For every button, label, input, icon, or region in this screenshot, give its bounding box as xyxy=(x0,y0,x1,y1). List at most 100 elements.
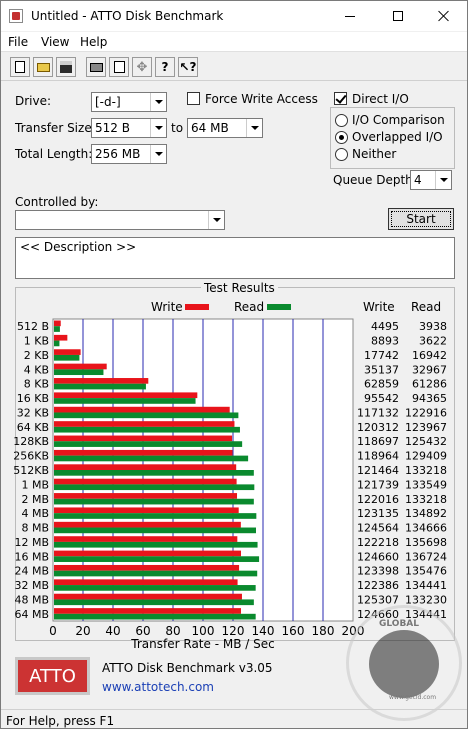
write-bar xyxy=(54,550,241,557)
read-bar xyxy=(54,556,260,562)
write-bar xyxy=(54,608,241,614)
read-value-label: 16942 xyxy=(412,349,447,362)
read-bar xyxy=(54,484,255,491)
read-bar xyxy=(54,470,254,476)
write-value-label: 117132 xyxy=(357,406,399,419)
read-value-label: 133218 xyxy=(405,493,447,506)
write-bar xyxy=(54,478,237,485)
write-value-label: 123135 xyxy=(357,507,399,520)
read-bar xyxy=(54,498,254,505)
write-value-label: 122386 xyxy=(357,579,399,592)
read-bar xyxy=(54,441,243,447)
read-bar xyxy=(54,398,196,404)
write-bar xyxy=(54,334,68,341)
read-bar xyxy=(54,585,256,591)
write-value-label: 8893 xyxy=(371,335,399,348)
write-bar xyxy=(54,435,233,442)
x-tick-label: 0 xyxy=(49,624,57,638)
read-value-label: 134666 xyxy=(405,522,447,535)
category-label: 8 KB xyxy=(24,378,49,391)
write-bar xyxy=(54,392,198,399)
category-label: 1 KB xyxy=(24,335,49,348)
write-value-label: 62859 xyxy=(364,378,399,391)
read-value-label: 133218 xyxy=(405,464,447,477)
write-value-label: 35137 xyxy=(364,363,399,376)
write-bar xyxy=(54,449,233,456)
x-tick-label: 100 xyxy=(192,624,215,638)
read-value-label: 135698 xyxy=(405,536,447,549)
write-value-label: 17742 xyxy=(364,349,399,362)
category-label: 16 KB xyxy=(17,392,49,405)
write-value-label: 124564 xyxy=(357,522,399,535)
read-value-label: 135476 xyxy=(405,565,447,578)
write-bar xyxy=(54,320,61,327)
write-bar xyxy=(54,507,239,514)
app-window: Untitled - ATTO Disk Benchmark File View… xyxy=(0,0,468,729)
category-label: 16 MB xyxy=(14,550,49,563)
status-bar: For Help, press F1 xyxy=(1,709,467,729)
category-label: 128KB xyxy=(13,435,49,448)
read-bar xyxy=(54,527,256,534)
read-value-label: 32967 xyxy=(412,363,447,376)
read-value-label: 61286 xyxy=(412,378,447,391)
write-bar xyxy=(54,363,107,370)
category-label: 1 MB xyxy=(21,478,49,491)
category-label: 48 MB xyxy=(14,593,49,606)
write-bar xyxy=(54,349,81,355)
write-bar xyxy=(54,493,238,499)
category-label: 4 MB xyxy=(21,507,49,520)
read-bar xyxy=(54,340,60,347)
x-tick-label: 60 xyxy=(135,624,150,638)
x-tick-label: 80 xyxy=(165,624,180,638)
write-bar xyxy=(54,378,149,384)
read-value-label: 3622 xyxy=(419,335,447,348)
category-label: 2 KB xyxy=(24,349,49,362)
write-value-label: 120312 xyxy=(357,421,399,434)
x-axis-label: Transfer Rate - MB / Sec xyxy=(130,637,274,651)
read-value-label: 94365 xyxy=(412,392,447,405)
write-bar xyxy=(54,564,240,571)
category-label: 512 B xyxy=(17,320,49,333)
product-version: ATTO Disk Benchmark v3.05 xyxy=(102,661,273,675)
write-bar xyxy=(54,536,238,542)
read-bar xyxy=(54,513,257,519)
write-value-label: 121739 xyxy=(357,478,399,491)
read-bar xyxy=(54,354,80,361)
category-label: 256KB xyxy=(13,450,49,463)
read-bar xyxy=(54,369,104,376)
read-value-label: 123967 xyxy=(405,421,447,434)
x-tick-label: 120 xyxy=(222,624,245,638)
x-tick-label: 20 xyxy=(75,624,90,638)
read-bar xyxy=(54,599,254,606)
category-label: 2 MB xyxy=(21,493,49,506)
atto-link[interactable]: www.attotech.com xyxy=(102,680,214,694)
read-value-label: 133549 xyxy=(405,478,447,491)
category-label: 64 KB xyxy=(17,421,49,434)
category-label: 12 MB xyxy=(14,536,49,549)
write-bar xyxy=(54,421,235,427)
status-text: For Help, press F1 xyxy=(6,714,115,728)
write-value-label: 118697 xyxy=(357,435,399,448)
watermark-globe-icon xyxy=(369,630,439,698)
write-bar xyxy=(54,593,242,600)
x-tick-label: 40 xyxy=(105,624,120,638)
read-bar xyxy=(54,326,60,332)
write-value-label: 121464 xyxy=(357,464,399,477)
category-label: 512KB xyxy=(13,464,49,477)
write-bar xyxy=(54,579,238,586)
x-tick-label: 180 xyxy=(312,624,335,638)
x-tick-label: 160 xyxy=(282,624,305,638)
watermark-bottom-text: www.gecid.com xyxy=(389,694,437,701)
read-value-label: 129409 xyxy=(405,450,447,463)
category-label: 32 KB xyxy=(17,406,49,419)
read-bar xyxy=(54,412,239,419)
read-value-label: 136724 xyxy=(405,550,447,563)
write-value-label: 124660 xyxy=(357,550,399,563)
write-value-label: 123398 xyxy=(357,565,399,578)
x-tick-label: 140 xyxy=(252,624,275,638)
category-label: 64 MB xyxy=(14,608,49,621)
read-bar xyxy=(54,426,240,433)
write-bar xyxy=(54,521,241,528)
read-bar xyxy=(54,541,258,548)
atto-logo: ATTO xyxy=(15,657,90,695)
